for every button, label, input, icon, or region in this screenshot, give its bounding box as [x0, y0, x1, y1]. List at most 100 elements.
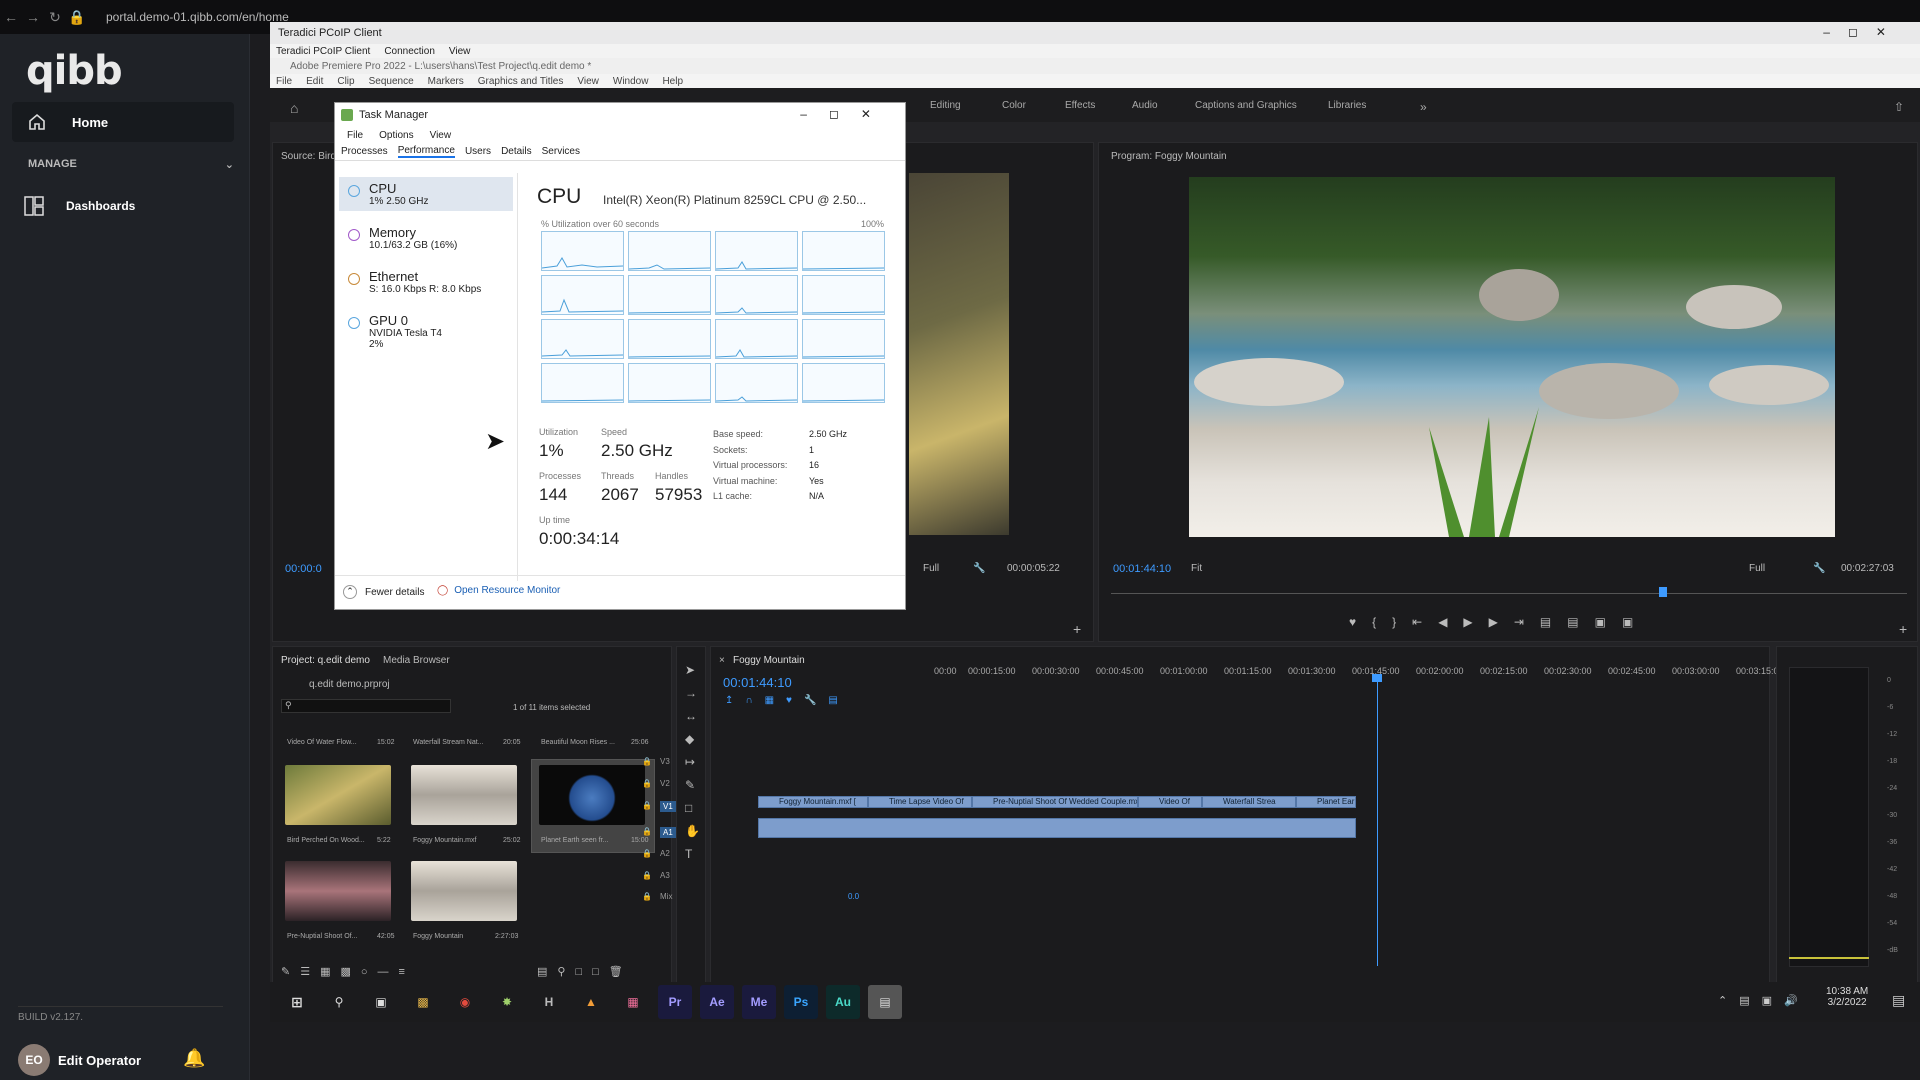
menu-sequence[interactable]: Sequence	[369, 76, 414, 87]
track-v2[interactable]: V2	[660, 779, 670, 788]
system-tray-icons[interactable]: ⌃▤▣🔊	[1718, 994, 1810, 1007]
lock-icon[interactable]: 🔒	[642, 801, 652, 810]
fewer-details-button[interactable]: ⌃ Fewer details	[343, 585, 424, 599]
back-icon[interactable]: ←	[0, 9, 22, 25]
photos-icon[interactable]: ▦	[616, 985, 650, 1019]
playhead-handle[interactable]	[1372, 674, 1382, 682]
timeline-clip[interactable]: Time Lapse Video Of	[868, 796, 972, 808]
chrome-icon[interactable]: ◉	[448, 985, 482, 1019]
h-app-icon[interactable]: H	[532, 985, 566, 1019]
menu-file[interactable]: File	[276, 76, 292, 87]
lock-icon[interactable]: 🔒	[642, 892, 652, 901]
lock-icon[interactable]: 🔒	[642, 757, 652, 766]
pcoip-menu-client[interactable]: Teradici PCoIP Client	[276, 46, 370, 57]
resource-gpu[interactable]: GPU 0 NVIDIA Tesla T4 2%	[339, 309, 513, 354]
taskbar-after-effects[interactable]: Ae	[700, 985, 734, 1019]
workspace-color[interactable]: Color	[1002, 100, 1026, 111]
wrench-icon[interactable]: 🔧	[973, 563, 985, 574]
vlc-icon[interactable]: ▲	[574, 985, 608, 1019]
forward-icon[interactable]: →	[22, 9, 44, 25]
workspace-audio[interactable]: Audio	[1132, 100, 1158, 111]
menu-markers[interactable]: Markers	[428, 76, 464, 87]
workspace-editing[interactable]: Editing	[930, 100, 961, 111]
track-a3[interactable]: A3	[660, 871, 670, 880]
menu-clip[interactable]: Clip	[337, 76, 354, 87]
address-bar[interactable]: portal.demo-01.qibb.com/en/home	[106, 10, 289, 24]
notifications-icon[interactable]: ▤	[1892, 992, 1905, 1009]
tab-details[interactable]: Details	[501, 146, 532, 157]
bin-item-thumbnail[interactable]	[539, 765, 645, 825]
timeline-tools[interactable]: ↥∩▦♥🔧▤	[725, 695, 850, 706]
taskbar-clock[interactable]: 10:38 AM 3/2/2022	[1826, 986, 1868, 1008]
windows-start-icon[interactable]: ⊞	[280, 985, 314, 1019]
resource-ethernet[interactable]: Ethernet S: 16.0 Kbps R: 8.0 Kbps	[339, 265, 513, 299]
user-menu[interactable]: EO Edit Operator	[18, 1044, 141, 1076]
close-icon[interactable]: ×	[719, 655, 725, 666]
menu-graphics[interactable]: Graphics and Titles	[478, 76, 564, 87]
timeline-clip[interactable]: Pre-Nuptial Shoot Of Wedded Couple.mxf […	[972, 796, 1138, 808]
taskbar-audition[interactable]: Au	[826, 985, 860, 1019]
workspace-effects[interactable]: Effects	[1065, 100, 1095, 111]
project-panel-toolbar[interactable]: ✎☰▦▩○—≡	[281, 965, 415, 978]
track-v3[interactable]: V3	[660, 757, 670, 766]
tab-services[interactable]: Services	[542, 146, 580, 157]
sidebar-item-dashboards[interactable]: Dashboards	[24, 196, 135, 216]
taskbar-premiere[interactable]: Pr	[658, 985, 692, 1019]
wrench-icon[interactable]: 🔧	[1813, 563, 1825, 574]
add-icon[interactable]: +	[1899, 621, 1907, 637]
timeline-clip[interactable]: Foggy Mountain.mxf [	[758, 796, 868, 808]
tool-icons[interactable]: ➤ → ↔ ◆ ↦ ✎ □ ✋ T	[685, 659, 700, 866]
bin-item-thumbnail[interactable]	[411, 765, 517, 825]
task-view-icon[interactable]: ▣	[364, 985, 398, 1019]
window-controls[interactable]: –◻✕	[1823, 25, 1904, 39]
search-icon[interactable]: ⚲	[322, 985, 356, 1019]
window-controls[interactable]: –◻✕	[800, 107, 893, 121]
mix-value[interactable]: 0.0	[848, 892, 859, 901]
timeline-clip[interactable]: Video Of	[1138, 796, 1202, 808]
sidebar-item-home[interactable]: Home	[12, 102, 234, 142]
timeline-audio-clip[interactable]	[758, 818, 1356, 838]
menu-window[interactable]: Window	[613, 76, 649, 87]
source-fit-select[interactable]: Full	[923, 563, 939, 574]
transport-controls[interactable]: ♥{}⇤◀▶▶⇥▤▤▣▣	[1349, 615, 1649, 629]
lock-icon[interactable]: 🔒	[642, 779, 652, 788]
lock-icon[interactable]: 🔒	[642, 871, 652, 880]
bell-icon[interactable]: 🔔	[183, 1048, 205, 1069]
project-tab[interactable]: Project: q.edit demo	[281, 655, 370, 666]
more-workspaces-icon[interactable]: »	[1420, 100, 1427, 114]
tm-menu-view[interactable]: View	[430, 130, 452, 141]
tm-menu-file[interactable]: File	[347, 130, 363, 141]
taskbar-photoshop[interactable]: Ps	[784, 985, 818, 1019]
bin-item-thumbnail[interactable]	[411, 861, 517, 921]
program-quality-select[interactable]: Full	[1749, 563, 1765, 574]
tab-performance[interactable]: Performance	[397, 145, 455, 158]
menu-edit[interactable]: Edit	[306, 76, 323, 87]
file-explorer-icon[interactable]: ▩	[406, 985, 440, 1019]
tm-menu-options[interactable]: Options	[379, 130, 413, 141]
program-timecode[interactable]: 00:01:44:10	[1113, 563, 1171, 575]
workspace-libraries[interactable]: Libraries	[1328, 100, 1366, 111]
taskbar-media-encoder[interactable]: Me	[742, 985, 776, 1019]
resource-cpu[interactable]: CPU 1% 2.50 GHz	[339, 177, 513, 211]
pcoip-menu-connection[interactable]: Connection	[384, 46, 435, 57]
project-search-input[interactable]	[281, 699, 451, 713]
media-browser-tab[interactable]: Media Browser	[383, 655, 450, 666]
timeline-playhead[interactable]	[1377, 676, 1378, 966]
project-panel-actions[interactable]: ▤⚲□□🗑	[537, 965, 633, 978]
timeline-timecode[interactable]: 00:01:44:10	[723, 675, 792, 690]
playhead[interactable]	[1659, 587, 1667, 597]
reload-icon[interactable]: ↻	[44, 9, 66, 26]
network-app-icon[interactable]: ✸	[490, 985, 524, 1019]
menu-view[interactable]: View	[577, 76, 599, 87]
resource-memory[interactable]: Memory 10.1/63.2 GB (16%)	[339, 221, 513, 255]
track-a1[interactable]: A1	[660, 827, 676, 838]
tab-users[interactable]: Users	[465, 146, 491, 157]
sidebar-section-manage[interactable]: MANAGE ⌄	[28, 158, 234, 171]
home-icon[interactable]: ⌂	[290, 100, 298, 116]
menu-help[interactable]: Help	[662, 76, 683, 87]
pcoip-menu-view[interactable]: View	[449, 46, 471, 57]
add-icon[interactable]: +	[1073, 621, 1081, 637]
open-resource-monitor-link[interactable]: ◯ Open Resource Monitor	[437, 585, 560, 596]
lock-icon[interactable]: 🔒	[642, 849, 652, 858]
share-icon[interactable]: ⇧	[1894, 100, 1904, 114]
